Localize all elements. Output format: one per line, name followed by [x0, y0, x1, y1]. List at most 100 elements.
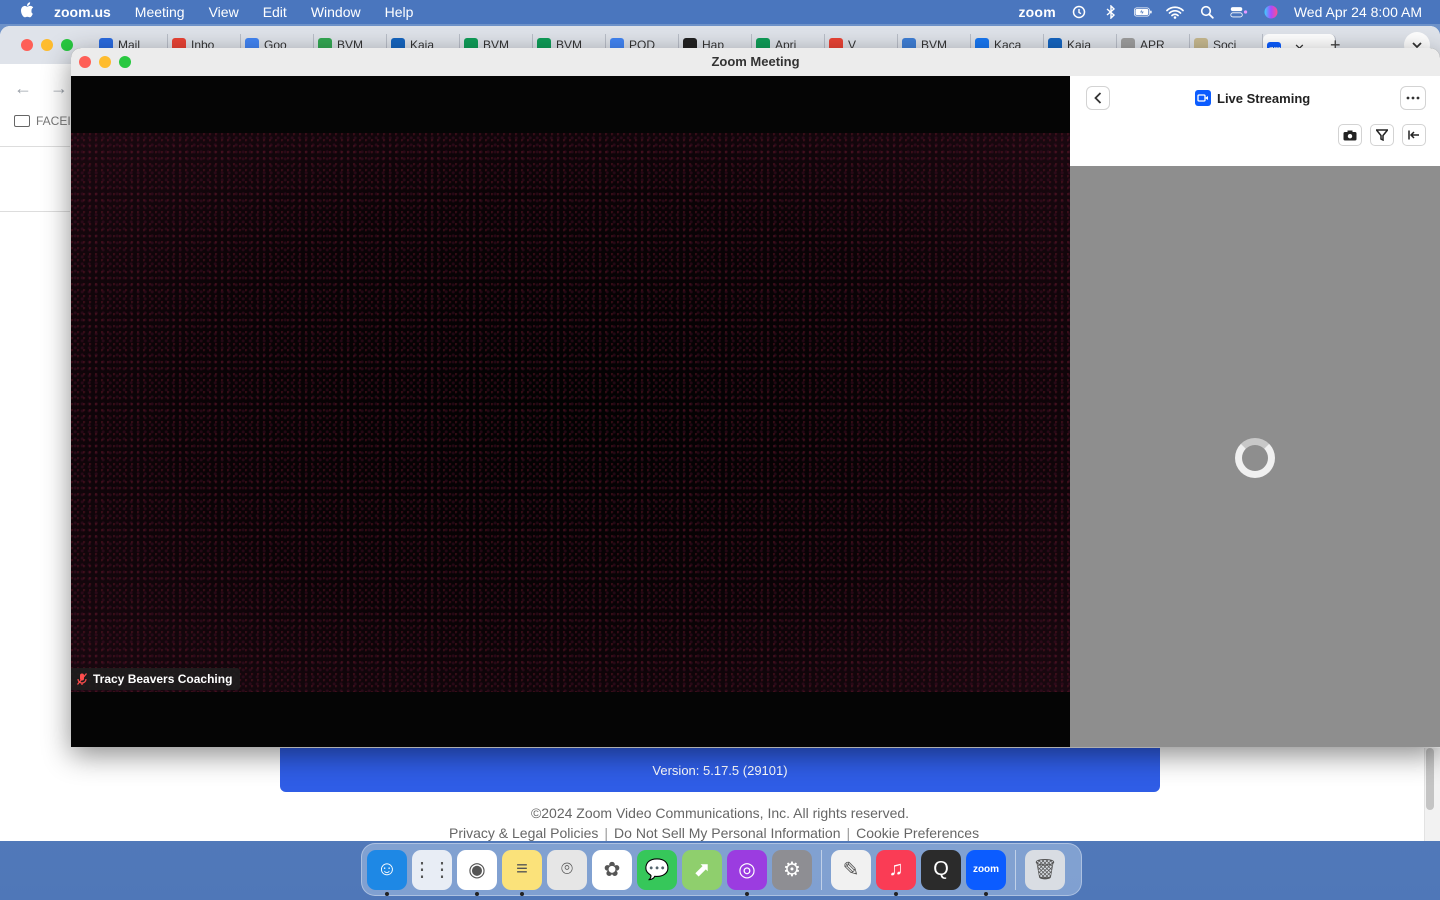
control-center-icon[interactable]	[1230, 5, 1248, 19]
zoom-title-bar: Zoom Meeting	[71, 48, 1440, 76]
loading-spinner-icon	[1235, 438, 1275, 478]
menu-edit[interactable]: Edit	[251, 0, 299, 24]
privacy-legal-link[interactable]: Privacy & Legal Policies	[449, 825, 598, 841]
dock-glyph: ≡	[516, 858, 528, 880]
dock-glyph: ◉	[468, 859, 486, 881]
dock-glyph: 💬	[644, 859, 670, 881]
dock-glyph: ☺	[376, 858, 398, 880]
link-separator: |	[846, 825, 851, 841]
dock-glyph: Q	[933, 858, 949, 880]
menu-view[interactable]: View	[197, 0, 251, 24]
textedit-icon[interactable]: ✎	[831, 849, 871, 890]
menu-help[interactable]: Help	[373, 0, 426, 24]
wifi-icon[interactable]	[1165, 5, 1184, 19]
cookie-preferences-link[interactable]: Cookie Preferences	[856, 825, 979, 841]
collapse-panel-button[interactable]	[1402, 124, 1426, 146]
podcasts-icon[interactable]: ◎	[727, 849, 767, 896]
menu-bar: zoom.us Meeting View Edit Window Help zo…	[0, 0, 1440, 24]
panel-back-button[interactable]	[1086, 86, 1110, 110]
filter-button[interactable]	[1370, 124, 1394, 146]
close-window-button[interactable]	[21, 39, 33, 51]
apple-menu-icon[interactable]	[20, 2, 40, 22]
zoom-status-item[interactable]: zoom	[1018, 4, 1055, 20]
dock-glyph: ⚙	[783, 859, 801, 881]
dock-glyph: ♫	[888, 858, 904, 880]
filter-icon	[1376, 129, 1388, 141]
running-indicator	[984, 891, 988, 896]
back-arrow-icon[interactable]: ←	[14, 78, 32, 99]
copyright-text: ©2024 Zoom Video Communications, Inc. Al…	[530, 805, 910, 821]
camera-button[interactable]	[1338, 124, 1362, 146]
system-settings-icon[interactable]: ⚙	[772, 849, 812, 890]
forward-arrow-icon[interactable]: →	[50, 78, 68, 99]
dock-glyph: ⬈	[693, 859, 711, 881]
menu-clock[interactable]: Wed Apr 24 8:00 AM	[1294, 4, 1422, 20]
zoom-version-banner: Version: 5.17.5 (29101)	[280, 748, 1160, 792]
live-streaming-icon	[1195, 90, 1211, 106]
participant-name: Tracy Beavers Coaching	[93, 672, 233, 686]
camera-icon	[1343, 130, 1357, 140]
bookmark-folder-label: FACEI	[36, 114, 71, 128]
mic-muted-icon	[76, 673, 88, 685]
video-area[interactable]: Tracy Beavers Coaching	[71, 76, 1070, 747]
panel-header: Live Streaming	[1070, 76, 1440, 166]
bluetooth-icon[interactable]	[1102, 5, 1120, 19]
running-indicator	[385, 891, 389, 896]
zoom-meeting-window: Zoom Meeting Tracy Beavers Coaching Live…	[71, 48, 1440, 747]
participant-name-tag: Tracy Beavers Coaching	[71, 668, 241, 690]
photos-icon[interactable]: ✿	[592, 849, 632, 890]
bookmark-folder[interactable]: FACEI	[14, 114, 71, 128]
footer-links: Privacy & Legal Policies | Do Not Sell M…	[449, 825, 979, 841]
chevron-left-icon	[1094, 92, 1102, 104]
battery-icon[interactable]	[1133, 5, 1152, 19]
running-indicator	[475, 891, 479, 896]
live-streaming-panel: Live Streaming	[1070, 76, 1440, 747]
running-indicator	[520, 891, 524, 896]
ellipsis-icon	[1406, 96, 1420, 100]
divider	[0, 146, 70, 147]
panel-title-text: Live Streaming	[1217, 90, 1311, 106]
divider	[0, 211, 70, 212]
menu-window[interactable]: Window	[299, 0, 373, 24]
panel-title: Live Streaming	[1195, 90, 1310, 106]
launchpad-icon[interactable]: ⋮⋮	[412, 849, 452, 890]
minimize-window-button[interactable]	[41, 39, 53, 51]
quicktime-icon[interactable]: Q	[921, 849, 961, 890]
dock-glyph: ⋮⋮	[412, 859, 452, 881]
running-indicator	[745, 891, 749, 896]
folder-icon	[14, 115, 30, 127]
panel-toolbar	[1338, 124, 1426, 146]
notes-icon[interactable]: ≡	[502, 849, 542, 896]
finder-icon[interactable]: ☺	[367, 849, 407, 896]
trash-icon[interactable]: 🗑	[1025, 849, 1065, 890]
running-indicator	[894, 891, 898, 896]
menu-app-name[interactable]: zoom.us	[54, 0, 123, 24]
link-separator: |	[604, 825, 609, 841]
do-not-sell-link[interactable]: Do Not Sell My Personal Information	[614, 825, 840, 841]
time-machine-icon[interactable]	[1070, 5, 1088, 19]
spotlight-search-icon[interactable]	[1198, 5, 1216, 19]
panel-content-loading	[1070, 166, 1440, 747]
dock-separator	[1015, 849, 1016, 890]
chrome-icon[interactable]: ◉	[457, 849, 497, 896]
version-text: Version: 5.17.5 (29101)	[652, 762, 788, 778]
maps-icon[interactable]: ⬈	[682, 849, 722, 890]
dock: ☺ ⋮⋮ ◉ ≡ ⌾ ✿ 💬 ⬈ ◎ ⚙ ✎ ♫ Qzoom 🗑	[361, 843, 1082, 896]
dock-separator	[821, 849, 822, 890]
collapse-left-icon	[1408, 130, 1419, 140]
siri-icon[interactable]	[1262, 5, 1280, 19]
browser-window-controls	[21, 39, 73, 51]
messages-icon[interactable]: 💬	[637, 849, 677, 890]
menu-meeting[interactable]: Meeting	[123, 0, 197, 24]
dock-glyph: ✿	[603, 859, 621, 881]
zoom-window-title: Zoom Meeting	[711, 54, 800, 69]
screenshot-icon[interactable]: ⌾	[547, 849, 587, 890]
scrollbar-thumb[interactable]	[1426, 748, 1434, 810]
music-icon[interactable]: ♫	[876, 849, 916, 896]
more-options-button[interactable]	[1400, 86, 1426, 110]
dock-glyph: ◎	[738, 859, 756, 881]
dock-glyph: 🗑	[1032, 859, 1058, 881]
participant-video[interactable]	[71, 133, 1070, 692]
zoom-icon[interactable]: zoom	[966, 849, 1006, 896]
dock-glyph: zoom	[972, 864, 1000, 875]
